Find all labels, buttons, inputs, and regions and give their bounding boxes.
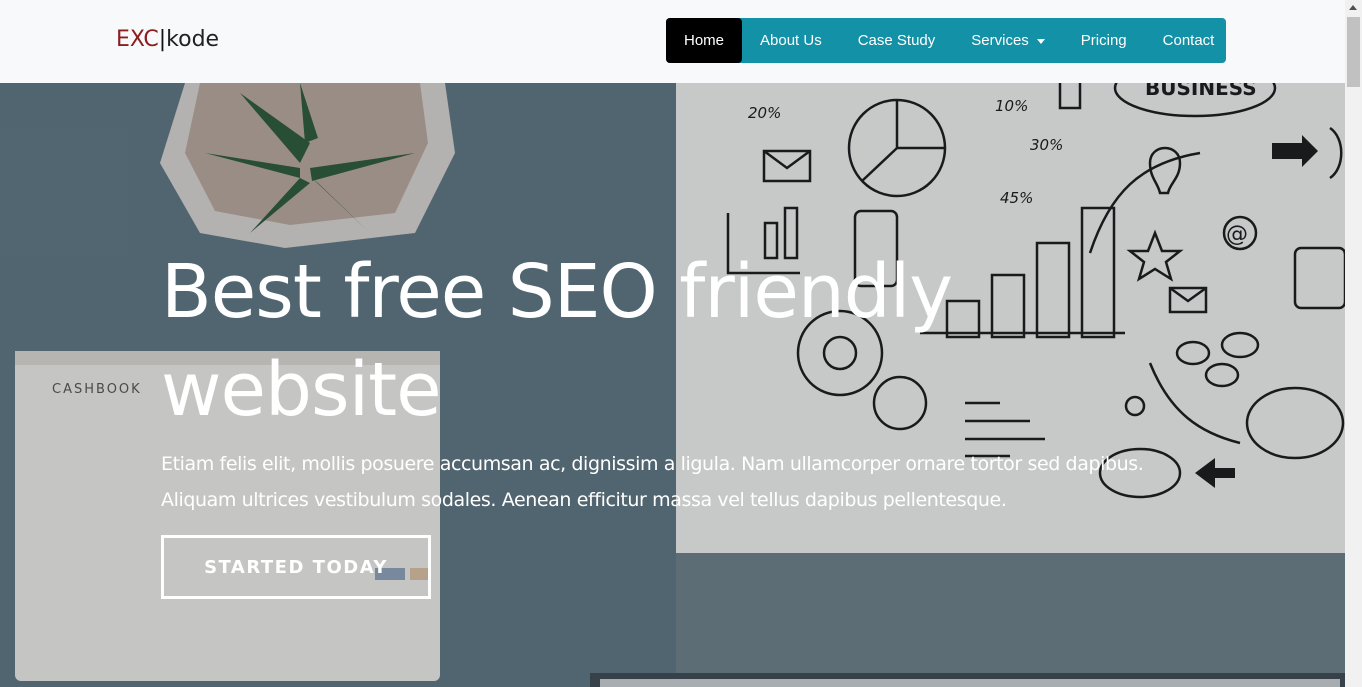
scroll-up-arrow-icon[interactable]: [1349, 5, 1357, 10]
nav-item-about-us[interactable]: About Us: [742, 18, 840, 63]
scroll-thumb[interactable]: [1347, 17, 1360, 87]
nav-item-case-study[interactable]: Case Study: [840, 18, 954, 63]
top-navbar: EXC|kode Home About Us Case Study Servic…: [0, 0, 1345, 83]
nav-item-services[interactable]: Services: [953, 18, 1063, 63]
nav-item-label: Contact: [1162, 32, 1215, 49]
hero-section: CASHBOOK BUSINESS 20% 10% 30% 45% @ Best…: [0, 83, 1345, 687]
nav-item-label: Services: [971, 32, 1029, 49]
nav-item-contact[interactable]: Contact: [1145, 18, 1233, 63]
nav-item-label: Case Study: [857, 32, 936, 49]
hero-description: Etiam felis elit, mollis posuere accumsa…: [161, 453, 1144, 511]
brand-logo[interactable]: EXC|kode: [116, 26, 219, 54]
page-scrollbar[interactable]: [1345, 0, 1362, 687]
started-today-button[interactable]: STARTED TODAY: [161, 535, 431, 599]
nav-item-label: Home: [684, 32, 725, 49]
nav-item-home[interactable]: Home: [666, 18, 743, 63]
main-nav: Home About Us Case Study Services Pricin…: [666, 18, 1226, 63]
chevron-down-icon: [1036, 39, 1045, 44]
nav-item-label: About Us: [760, 32, 822, 49]
brand-rest-text: kode: [166, 27, 220, 52]
nav-item-pricing[interactable]: Pricing: [1063, 18, 1145, 63]
nav-item-label: Pricing: [1080, 32, 1127, 49]
brand-accent-text: EXC: [116, 27, 159, 52]
hero-title: Best free SEO friendly website: [161, 249, 953, 433]
